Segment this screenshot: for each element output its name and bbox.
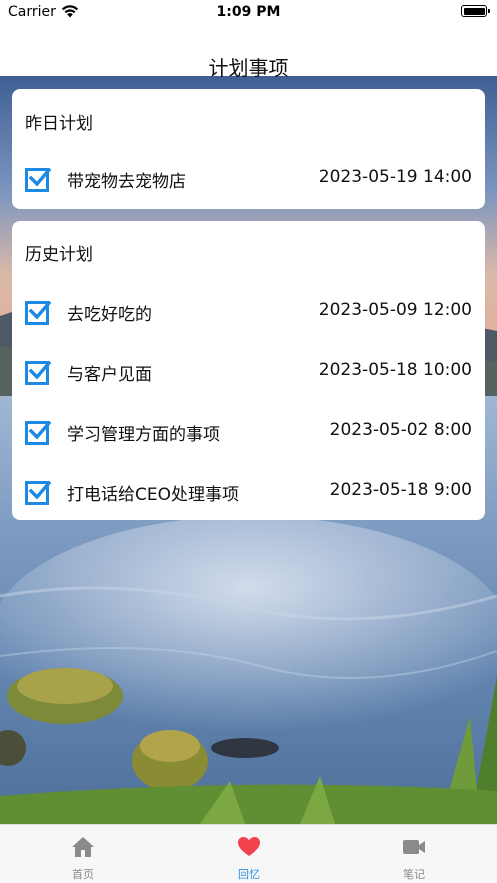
tab-home[interactable]: 首页 — [0, 825, 166, 883]
plan-item-time: 2023-05-09 12:00 — [318, 300, 472, 320]
video-camera-icon — [403, 840, 425, 854]
history-plan-card: 历史计划 去吃好吃的 2023-05-09 12:00 与客户见面 2023-0… — [12, 221, 485, 520]
plan-item-label: 与客户见面 — [67, 365, 152, 385]
battery-icon — [461, 5, 490, 17]
plan-item-row[interactable]: 带宠物去宠物店 2023-05-19 14:00 — [12, 158, 485, 198]
plan-item-label: 去吃好吃的 — [67, 305, 152, 325]
plan-item-row[interactable]: 去吃好吃的 2023-05-09 12:00 — [12, 291, 485, 331]
tab-label: 笔记 — [403, 868, 425, 881]
plan-item-time: 2023-05-18 9:00 — [329, 480, 472, 500]
tab-label: 回忆 — [238, 868, 260, 881]
page-title: 计划事项 — [208, 56, 289, 80]
clock: 1:09 PM — [216, 4, 281, 20]
section-title: 昨日计划 — [25, 114, 93, 134]
tab-label: 首页 — [72, 868, 94, 881]
yesterday-plan-card: 昨日计划 带宠物去宠物店 2023-05-19 14:00 — [12, 89, 485, 209]
status-bar: Carrier 1:09 PM — [0, 0, 497, 26]
navigation-bar: 计划事项 — [0, 26, 497, 80]
plan-item-time: 2023-05-02 8:00 — [329, 420, 472, 440]
plan-item-row[interactable]: 与客户见面 2023-05-18 10:00 — [12, 351, 485, 391]
tab-memories[interactable]: 回忆 — [166, 825, 332, 883]
checkbox-checked-icon[interactable] — [25, 479, 51, 505]
plan-item-row[interactable]: 打电话给CEO处理事项 2023-05-18 9:00 — [12, 471, 485, 511]
section-title: 历史计划 — [25, 245, 93, 265]
checkbox-checked-icon[interactable] — [25, 166, 51, 192]
plan-item-label: 学习管理方面的事项 — [67, 425, 220, 445]
checkbox-checked-icon[interactable] — [25, 359, 51, 385]
plan-item-label: 带宠物去宠物店 — [67, 172, 186, 192]
heart-icon — [238, 837, 260, 856]
plan-item-time: 2023-05-18 10:00 — [318, 360, 472, 380]
checkbox-checked-icon[interactable] — [25, 419, 51, 445]
home-icon — [72, 837, 94, 857]
plan-item-label: 打电话给CEO处理事项 — [67, 485, 239, 505]
checkbox-checked-icon[interactable] — [25, 299, 51, 325]
tab-notes[interactable]: 笔记 — [331, 825, 497, 883]
tab-bar: 首页 回忆 笔记 — [0, 824, 497, 883]
plan-item-row[interactable]: 学习管理方面的事项 2023-05-02 8:00 — [12, 411, 485, 451]
plan-item-time: 2023-05-19 14:00 — [318, 167, 472, 187]
